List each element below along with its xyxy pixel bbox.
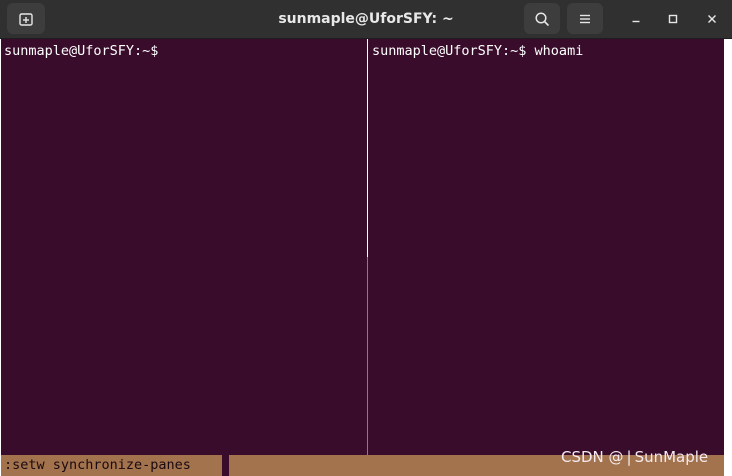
pane-divider[interactable] bbox=[367, 39, 368, 257]
search-button[interactable] bbox=[524, 3, 560, 34]
hamburger-menu-icon bbox=[580, 14, 590, 23]
window-title: sunmaple@UforSFY: ~ bbox=[278, 11, 454, 27]
menu-button[interactable] bbox=[567, 3, 603, 34]
close-icon bbox=[708, 15, 716, 23]
command-prompt[interactable]: :setw synchronize-panes bbox=[1, 455, 194, 476]
close-button[interactable] bbox=[702, 9, 722, 29]
terminal-area[interactable]: sunmaple@UforSFY:~$ sunmaple@UforSFY:~$ … bbox=[1, 39, 724, 476]
window-edge bbox=[724, 39, 732, 476]
tmux-pane-left[interactable]: sunmaple@UforSFY:~$ bbox=[1, 39, 367, 455]
maximize-icon bbox=[668, 14, 678, 24]
search-icon bbox=[535, 11, 549, 26]
new-tab-icon bbox=[19, 12, 33, 26]
pane-divider-active[interactable] bbox=[367, 257, 368, 455]
terminal-window: sunmaple@UforSFY: ~ sunmaple@UforSFY:~$ … bbox=[0, 0, 732, 476]
tmux-pane-right[interactable]: sunmaple@UforSFY:~$ whoami bbox=[369, 39, 724, 455]
maximize-button[interactable] bbox=[663, 9, 683, 29]
watermark-text: CSDN @ | SunMaple bbox=[561, 448, 709, 466]
status-separator bbox=[222, 455, 229, 476]
left-prompt-line: sunmaple@UforSFY:~$ bbox=[4, 43, 167, 59]
title-bar: sunmaple@UforSFY: ~ bbox=[0, 0, 732, 39]
right-prompt-line: sunmaple@UforSFY:~$ whoami bbox=[372, 43, 584, 59]
new-tab-button[interactable] bbox=[7, 3, 45, 34]
minimize-icon bbox=[632, 20, 640, 23]
minimize-button[interactable] bbox=[626, 9, 646, 29]
